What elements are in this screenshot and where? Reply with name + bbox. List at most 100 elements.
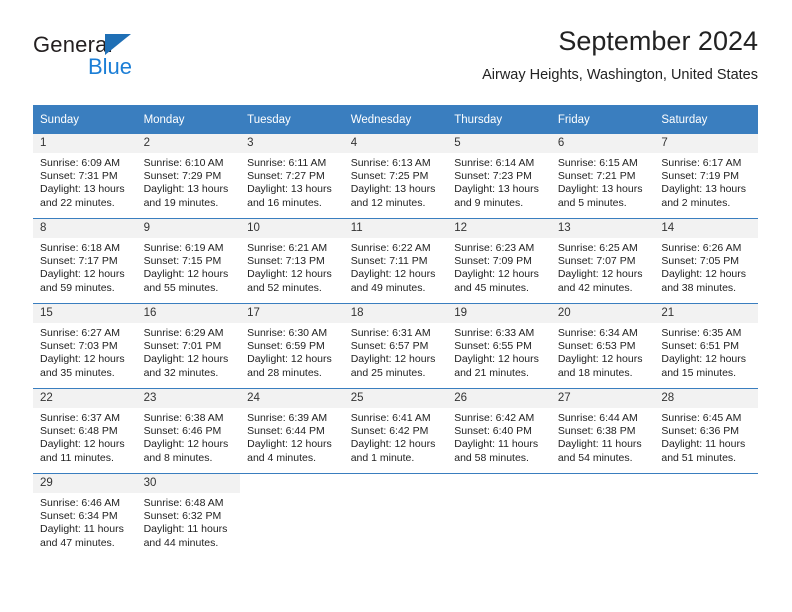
daylight-text-line1: Daylight: 11 hours (661, 438, 746, 451)
day-details: Sunrise: 6:34 AM Sunset: 6:53 PM Daylight:… (551, 323, 655, 380)
sunrise-text: Sunrise: 6:30 AM (247, 327, 328, 339)
calendar-week-row: 8 Sunrise: 6:18 AM Sunset: 7:17 PM Daylight… (33, 218, 758, 304)
daylight-text-line1: Daylight: 12 hours (247, 438, 332, 451)
daylight-text-line2: and 15 minutes. (661, 366, 737, 379)
daylight-text-line2: and 18 minutes. (557, 366, 633, 379)
day-details: Sunrise: 6:25 AM Sunset: 7:07 PM Daylight:… (551, 238, 655, 295)
day-number: 7 (654, 134, 758, 153)
calendar-day-cell[interactable]: 26 Sunrise: 6:42 AM Sunset: 6:40 PM Dayligh… (447, 388, 551, 474)
daylight-text-line1: Daylight: 13 hours (350, 183, 436, 196)
calendar-week-row: 22 Sunrise: 6:37 AM Sunset: 6:48 PM Dayligh… (33, 388, 758, 474)
daylight-text-line2: and 28 minutes. (247, 366, 322, 379)
day-details: Sunrise: 6:27 AM Sunset: 7:03 PM Daylight:… (33, 323, 137, 380)
calendar-day-cell[interactable]: 2 Sunrise: 6:10 AM Sunset: 7:29 PM Daylight… (136, 134, 241, 219)
daylight-text-line2: and 21 minutes. (454, 366, 529, 379)
calendar-day-cell[interactable]: 3 Sunrise: 6:11 AM Sunset: 7:27 PM Daylight… (240, 134, 344, 219)
sunrise-text: Sunrise: 6:17 AM (661, 157, 742, 169)
day-number: 30 (136, 474, 241, 493)
sunset-text: Sunset: 7:13 PM (247, 255, 325, 268)
sunrise-text: Sunrise: 6:37 AM (40, 412, 120, 424)
calendar-day-cell[interactable]: 5 Sunrise: 6:14 AM Sunset: 7:23 PM Daylight… (447, 134, 551, 219)
day-details: Sunrise: 6:22 AM Sunset: 7:11 PM Daylight:… (344, 238, 448, 295)
calendar-day-cell[interactable]: 22 Sunrise: 6:37 AM Sunset: 6:48 PM Dayligh… (33, 388, 137, 474)
sunset-text: Sunset: 6:44 PM (247, 425, 325, 438)
calendar-day-cell[interactable]: 8 Sunrise: 6:18 AM Sunset: 7:17 PM Daylight… (33, 218, 137, 304)
daylight-text-line1: Daylight: 11 hours (40, 523, 124, 536)
sunset-text: Sunset: 6:55 PM (454, 340, 532, 353)
calendar-day-cell[interactable]: 19 Sunrise: 6:33 AM Sunset: 6:55 PM Dayligh… (447, 303, 551, 389)
daylight-text-line1: Daylight: 13 hours (454, 183, 539, 196)
daylight-text-line2: and 9 minutes. (454, 196, 524, 209)
sunrise-text: Sunrise: 6:39 AM (247, 412, 328, 424)
day-details: Sunrise: 6:33 AM Sunset: 6:55 PM Daylight:… (447, 323, 551, 380)
weekday-header-wednesday: Wednesday (343, 105, 448, 134)
calendar-day-cell[interactable]: 24 Sunrise: 6:39 AM Sunset: 6:44 PM Dayligh… (240, 388, 344, 474)
sunrise-text: Sunrise: 6:13 AM (350, 157, 431, 169)
calendar-day-cell[interactable]: 4 Sunrise: 6:13 AM Sunset: 7:25 PM Daylight… (343, 134, 448, 219)
daylight-text-line2: and 58 minutes. (454, 451, 529, 464)
general-blue-logo[interactable]: General Blue (33, 32, 253, 88)
calendar-day-cell[interactable]: 14 Sunrise: 6:26 AM Sunset: 7:05 PM Dayligh… (654, 218, 758, 304)
day-details: Sunrise: 6:45 AM Sunset: 6:36 PM Daylight:… (654, 408, 758, 465)
day-number: 23 (136, 389, 241, 408)
day-details: Sunrise: 6:21 AM Sunset: 7:13 PM Daylight:… (240, 238, 344, 295)
calendar-day-cell[interactable]: 23 Sunrise: 6:38 AM Sunset: 6:46 PM Dayligh… (136, 388, 241, 474)
weekday-header-saturday: Saturday (654, 105, 758, 134)
day-details: Sunrise: 6:41 AM Sunset: 6:42 PM Daylight:… (344, 408, 448, 465)
calendar-day-cell[interactable]: 15 Sunrise: 6:27 AM Sunset: 7:03 PM Dayligh… (33, 303, 137, 389)
calendar-day-cell[interactable]: 7 Sunrise: 6:17 AM Sunset: 7:19 PM Daylight… (654, 134, 758, 219)
calendar-day-cell[interactable]: 29 Sunrise: 6:46 AM Sunset: 6:34 PM Dayligh… (33, 473, 137, 558)
calendar-day-cell[interactable]: 9 Sunrise: 6:19 AM Sunset: 7:15 PM Daylight… (136, 218, 241, 304)
calendar-day-cell[interactable]: 18 Sunrise: 6:31 AM Sunset: 6:57 PM Dayligh… (343, 303, 448, 389)
weekday-header-thursday: Thursday (447, 105, 551, 134)
calendar-day-cell[interactable]: 27 Sunrise: 6:44 AM Sunset: 6:38 PM Dayligh… (550, 388, 655, 474)
calendar-day-cell[interactable]: 12 Sunrise: 6:23 AM Sunset: 7:09 PM Dayligh… (447, 218, 551, 304)
sunset-text: Sunset: 7:19 PM (661, 170, 740, 183)
calendar-day-cell[interactable]: 1 Sunrise: 6:09 AM Sunset: 7:31 PM Daylight… (33, 134, 137, 219)
sunrise-text: Sunrise: 6:23 AM (454, 242, 535, 254)
calendar-day-cell[interactable]: 11 Sunrise: 6:22 AM Sunset: 7:11 PM Dayligh… (343, 218, 448, 304)
calendar-day-cell[interactable]: 25 Sunrise: 6:41 AM Sunset: 6:42 PM Dayligh… (343, 388, 448, 474)
sunset-text: Sunset: 6:53 PM (557, 340, 636, 353)
title-block: September 2024 Airway Heights, Washingto… (482, 24, 758, 85)
calendar-day-cell[interactable]: 10 Sunrise: 6:21 AM Sunset: 7:13 PM Dayligh… (240, 218, 344, 304)
day-number (447, 474, 551, 493)
sunrise-text: Sunrise: 6:45 AM (661, 412, 742, 424)
sunrise-text: Sunrise: 6:38 AM (143, 412, 224, 424)
calendar-day-cell[interactable]: 21 Sunrise: 6:35 AM Sunset: 6:51 PM Dayligh… (654, 303, 758, 389)
sunset-text: Sunset: 7:03 PM (40, 340, 118, 353)
sunset-text: Sunset: 6:46 PM (143, 425, 222, 438)
daylight-text-line1: Daylight: 12 hours (143, 268, 229, 281)
calendar-day-cell[interactable]: 16 Sunrise: 6:29 AM Sunset: 7:01 PM Dayligh… (136, 303, 241, 389)
sunset-text: Sunset: 7:15 PM (143, 255, 222, 268)
sunset-text: Sunset: 7:23 PM (454, 170, 532, 183)
calendar-day-cell[interactable]: 28 Sunrise: 6:45 AM Sunset: 6:36 PM Dayligh… (654, 388, 758, 474)
calendar-day-cell[interactable]: 6 Sunrise: 6:15 AM Sunset: 7:21 PM Daylight… (550, 134, 655, 219)
sunrise-text: Sunrise: 6:15 AM (557, 157, 638, 169)
calendar-day-cell[interactable]: 20 Sunrise: 6:34 AM Sunset: 6:53 PM Dayligh… (550, 303, 655, 389)
daylight-text-line1: Daylight: 11 hours (454, 438, 539, 451)
day-number: 9 (136, 219, 241, 238)
day-number: 15 (33, 304, 137, 323)
day-details (240, 493, 344, 497)
sunrise-text: Sunrise: 6:42 AM (454, 412, 535, 424)
calendar-day-cell[interactable]: 13 Sunrise: 6:25 AM Sunset: 7:07 PM Dayligh… (550, 218, 655, 304)
day-number: 22 (33, 389, 137, 408)
sunset-text: Sunset: 7:09 PM (454, 255, 532, 268)
day-details: Sunrise: 6:48 AM Sunset: 6:32 PM Daylight:… (137, 493, 241, 550)
daylight-text-line1: Daylight: 12 hours (661, 353, 747, 366)
sunrise-text: Sunrise: 6:14 AM (454, 157, 535, 169)
sunset-text: Sunset: 7:01 PM (143, 340, 222, 353)
daylight-text-line1: Daylight: 12 hours (350, 353, 436, 366)
sunrise-text: Sunrise: 6:33 AM (454, 327, 535, 339)
calendar-day-cell[interactable]: 17 Sunrise: 6:30 AM Sunset: 6:59 PM Dayligh… (240, 303, 344, 389)
daylight-text-line2: and 44 minutes. (143, 536, 219, 549)
sunrise-sunset-calendar: Sunday Monday Tuesday Wednesday Thursday… (33, 105, 758, 558)
sunset-text: Sunset: 6:32 PM (143, 510, 222, 523)
daylight-text-line1: Daylight: 12 hours (454, 353, 539, 366)
calendar-day-cell[interactable]: 30 Sunrise: 6:48 AM Sunset: 6:32 PM Dayligh… (136, 473, 241, 558)
calendar-day-cell-empty (343, 473, 448, 558)
day-number: 18 (343, 304, 448, 323)
day-number: 26 (447, 389, 551, 408)
daylight-text-line2: and 38 minutes. (661, 281, 737, 294)
